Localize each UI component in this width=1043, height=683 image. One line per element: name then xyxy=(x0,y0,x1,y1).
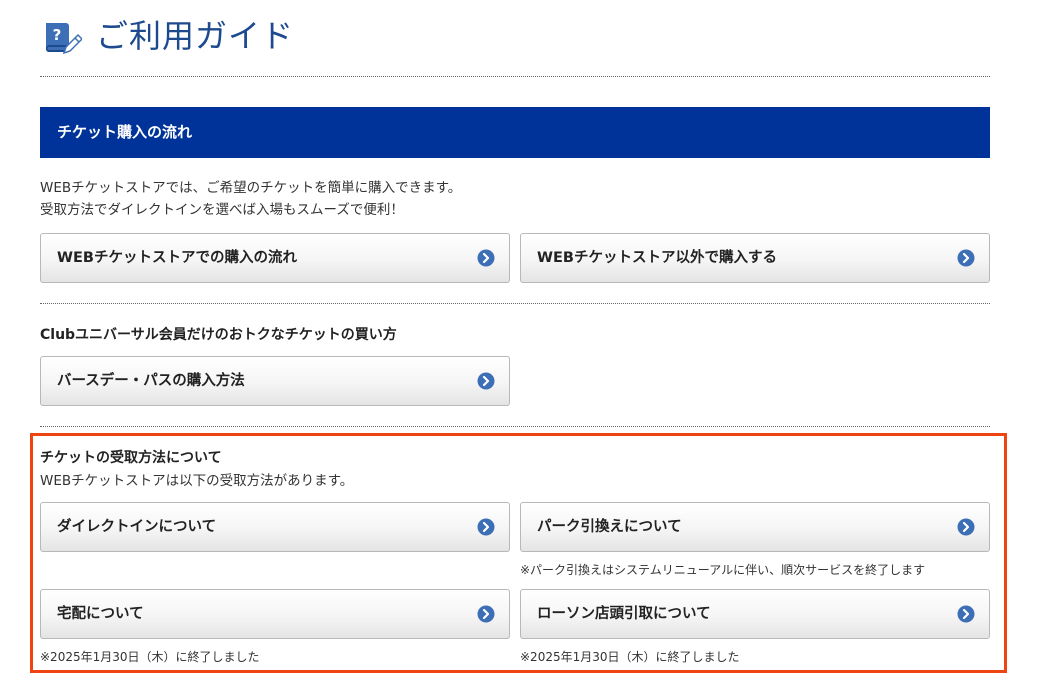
club-heading: Clubユニバーサル会員だけのおトクなチケットの買い方 xyxy=(40,327,397,343)
receive-heading: チケットの受取方法について xyxy=(40,450,222,466)
receive-description: WEBチケットストアは以下の受取方法があります。 xyxy=(40,473,354,489)
section-divider xyxy=(40,303,990,304)
chevron-right-circle-icon xyxy=(957,249,975,267)
section-divider xyxy=(40,426,990,427)
button-label: 宅配について xyxy=(57,606,144,622)
button-label: パーク引換えについて xyxy=(537,519,682,535)
direct-in-button[interactable]: ダイレクトインについて xyxy=(40,502,510,552)
park-exchange-button[interactable]: パーク引換えについて xyxy=(520,502,990,552)
birthday-pass-purchase-button[interactable]: バースデー・パスの購入方法 xyxy=(40,356,510,406)
chevron-right-circle-icon xyxy=(477,249,495,267)
button-label: バースデー・パスの購入方法 xyxy=(57,373,245,389)
section-heading-purchase-flow: チケット購入の流れ xyxy=(40,107,990,158)
chevron-right-circle-icon xyxy=(957,605,975,623)
chevron-right-circle-icon xyxy=(477,372,495,390)
chevron-right-circle-icon xyxy=(477,605,495,623)
button-label: WEBチケットストアでの購入の流れ xyxy=(57,250,297,266)
purchase-description-line2: 受取方法でダイレクトインを選べば入場もスムーズで便利！ xyxy=(40,202,404,218)
button-label: WEBチケットストア以外で購入する xyxy=(537,250,777,266)
purchase-description-line1: WEBチケットストアでは、ご希望のチケットを簡単に購入できます。 xyxy=(40,180,462,196)
web-store-purchase-flow-button[interactable]: WEBチケットストアでの購入の流れ xyxy=(40,233,510,283)
chevron-right-circle-icon xyxy=(957,518,975,536)
button-label: ダイレクトインについて xyxy=(57,519,217,535)
lawson-pickup-note: ※2025年1月30日（木）に終了しました xyxy=(520,650,740,664)
guide-question-icon: ? xyxy=(46,23,82,55)
page-title: ご利用ガイド xyxy=(96,17,295,55)
button-label: ローソン店頭引取について xyxy=(537,606,711,622)
park-exchange-note: ※パーク引換えはシステムリニューアルに伴い、順次サービスを終了します xyxy=(520,563,926,577)
lawson-pickup-button[interactable]: ローソン店頭引取について xyxy=(520,589,990,639)
chevron-right-circle-icon xyxy=(477,518,495,536)
purchase-outside-web-store-button[interactable]: WEBチケットストア以外で購入する xyxy=(520,233,990,283)
home-delivery-note: ※2025年1月30日（木）に終了しました xyxy=(40,650,260,664)
header-divider xyxy=(40,76,990,77)
home-delivery-button[interactable]: 宅配について xyxy=(40,589,510,639)
svg-text:?: ? xyxy=(53,26,62,44)
